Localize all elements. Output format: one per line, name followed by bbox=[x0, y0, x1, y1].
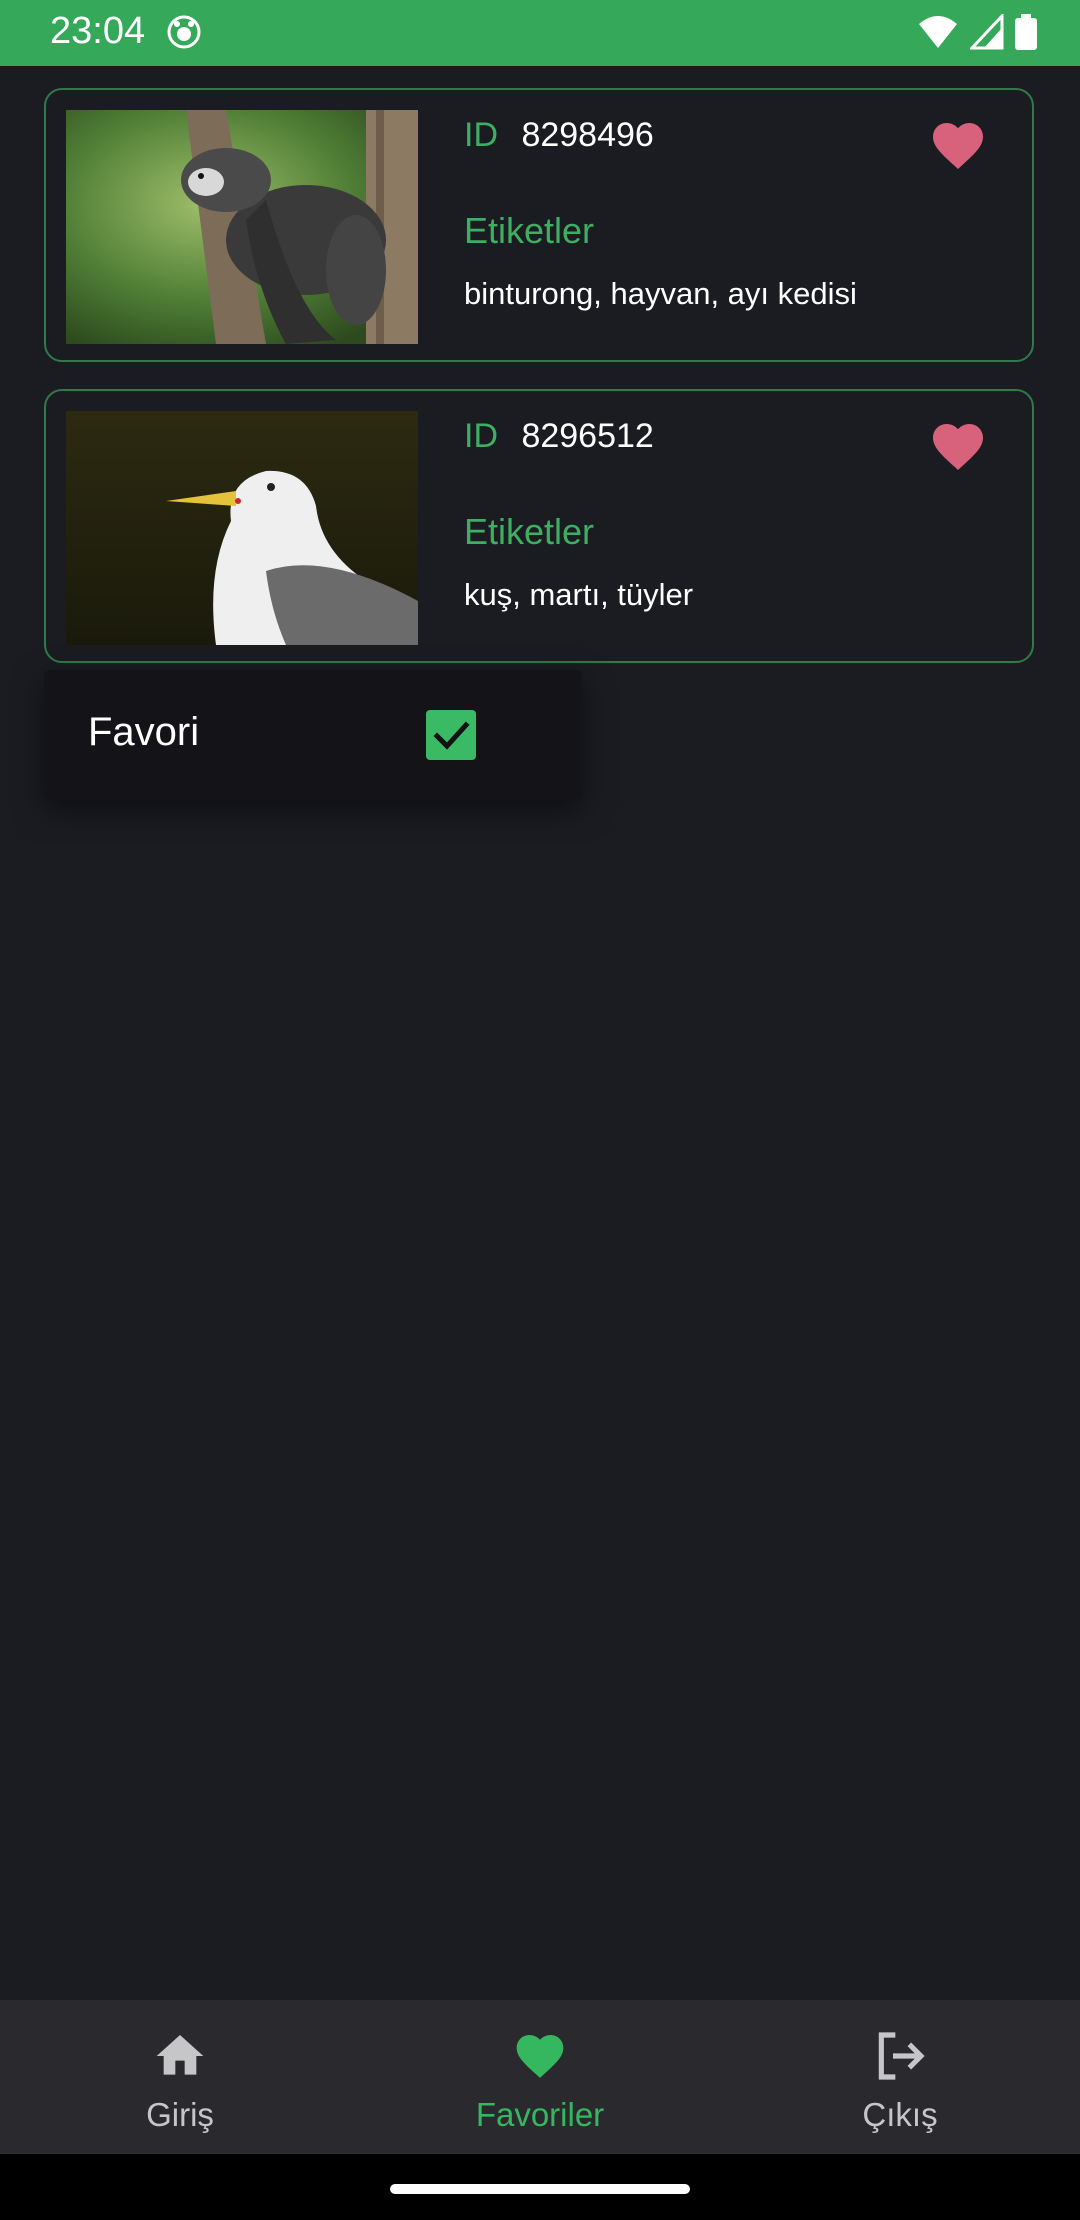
id-value: 8298496 bbox=[521, 116, 654, 154]
tags-value: kuş, martı, tüyler bbox=[464, 577, 694, 612]
nav-label: Çıkış bbox=[862, 2096, 938, 2133]
tags-title: Etiketler bbox=[464, 210, 595, 251]
status-bar: 23:04 bbox=[0, 0, 1080, 66]
nav-item-giris[interactable]: Giriş bbox=[0, 2000, 360, 2154]
favori-menu-item-label[interactable]: Favori bbox=[88, 710, 199, 755]
nav-label: Favoriler bbox=[475, 2096, 605, 2133]
home-gesture-handle[interactable] bbox=[390, 2184, 690, 2194]
favori-checkbox[interactable] bbox=[426, 710, 476, 760]
heart-icon bbox=[933, 123, 983, 169]
system-navigation-bar bbox=[0, 2154, 1080, 2220]
wifi-icon bbox=[919, 16, 958, 48]
card-image bbox=[66, 411, 418, 645]
check-icon bbox=[433, 721, 470, 750]
filter-dropdown-menu: Favori bbox=[44, 670, 582, 800]
image-id-row: ID 8296512 bbox=[464, 417, 654, 456]
favorite-card[interactable]: ID 8296512 Etiketler kuş, martı, tüyler bbox=[44, 389, 1034, 663]
tags-title: Etiketler bbox=[464, 511, 595, 552]
home-icon bbox=[156, 2035, 204, 2075]
heart-icon bbox=[516, 2035, 564, 2078]
app-notification-icon bbox=[166, 14, 202, 55]
status-indicators bbox=[911, 12, 1038, 55]
id-label: ID bbox=[464, 116, 498, 154]
tags-value: binturong, hayvan, ayı kedisi bbox=[464, 276, 857, 311]
favorite-heart-button[interactable] bbox=[928, 116, 988, 172]
id-label: ID bbox=[464, 417, 498, 455]
heart-icon bbox=[933, 424, 983, 470]
nav-item-cikis[interactable]: Çıkış bbox=[720, 2000, 1080, 2154]
favorite-card[interactable]: ID 8298496 Etiketler binturong, hayvan, … bbox=[44, 88, 1034, 362]
nav-label: Giriş bbox=[146, 2096, 214, 2133]
battery-icon bbox=[1015, 14, 1037, 50]
favorite-heart-button[interactable] bbox=[928, 417, 988, 473]
status-time: 23:04 bbox=[50, 10, 146, 52]
nav-item-favoriler[interactable]: Favoriler bbox=[360, 2000, 720, 2154]
signal-icon bbox=[968, 12, 1004, 50]
logout-icon bbox=[878, 2032, 925, 2080]
card-image bbox=[66, 110, 418, 344]
bottom-navigation: Giriş Favoriler Çıkış bbox=[0, 2000, 1080, 2154]
id-value: 8296512 bbox=[521, 417, 654, 455]
image-id-row: ID 8298496 bbox=[464, 116, 654, 155]
